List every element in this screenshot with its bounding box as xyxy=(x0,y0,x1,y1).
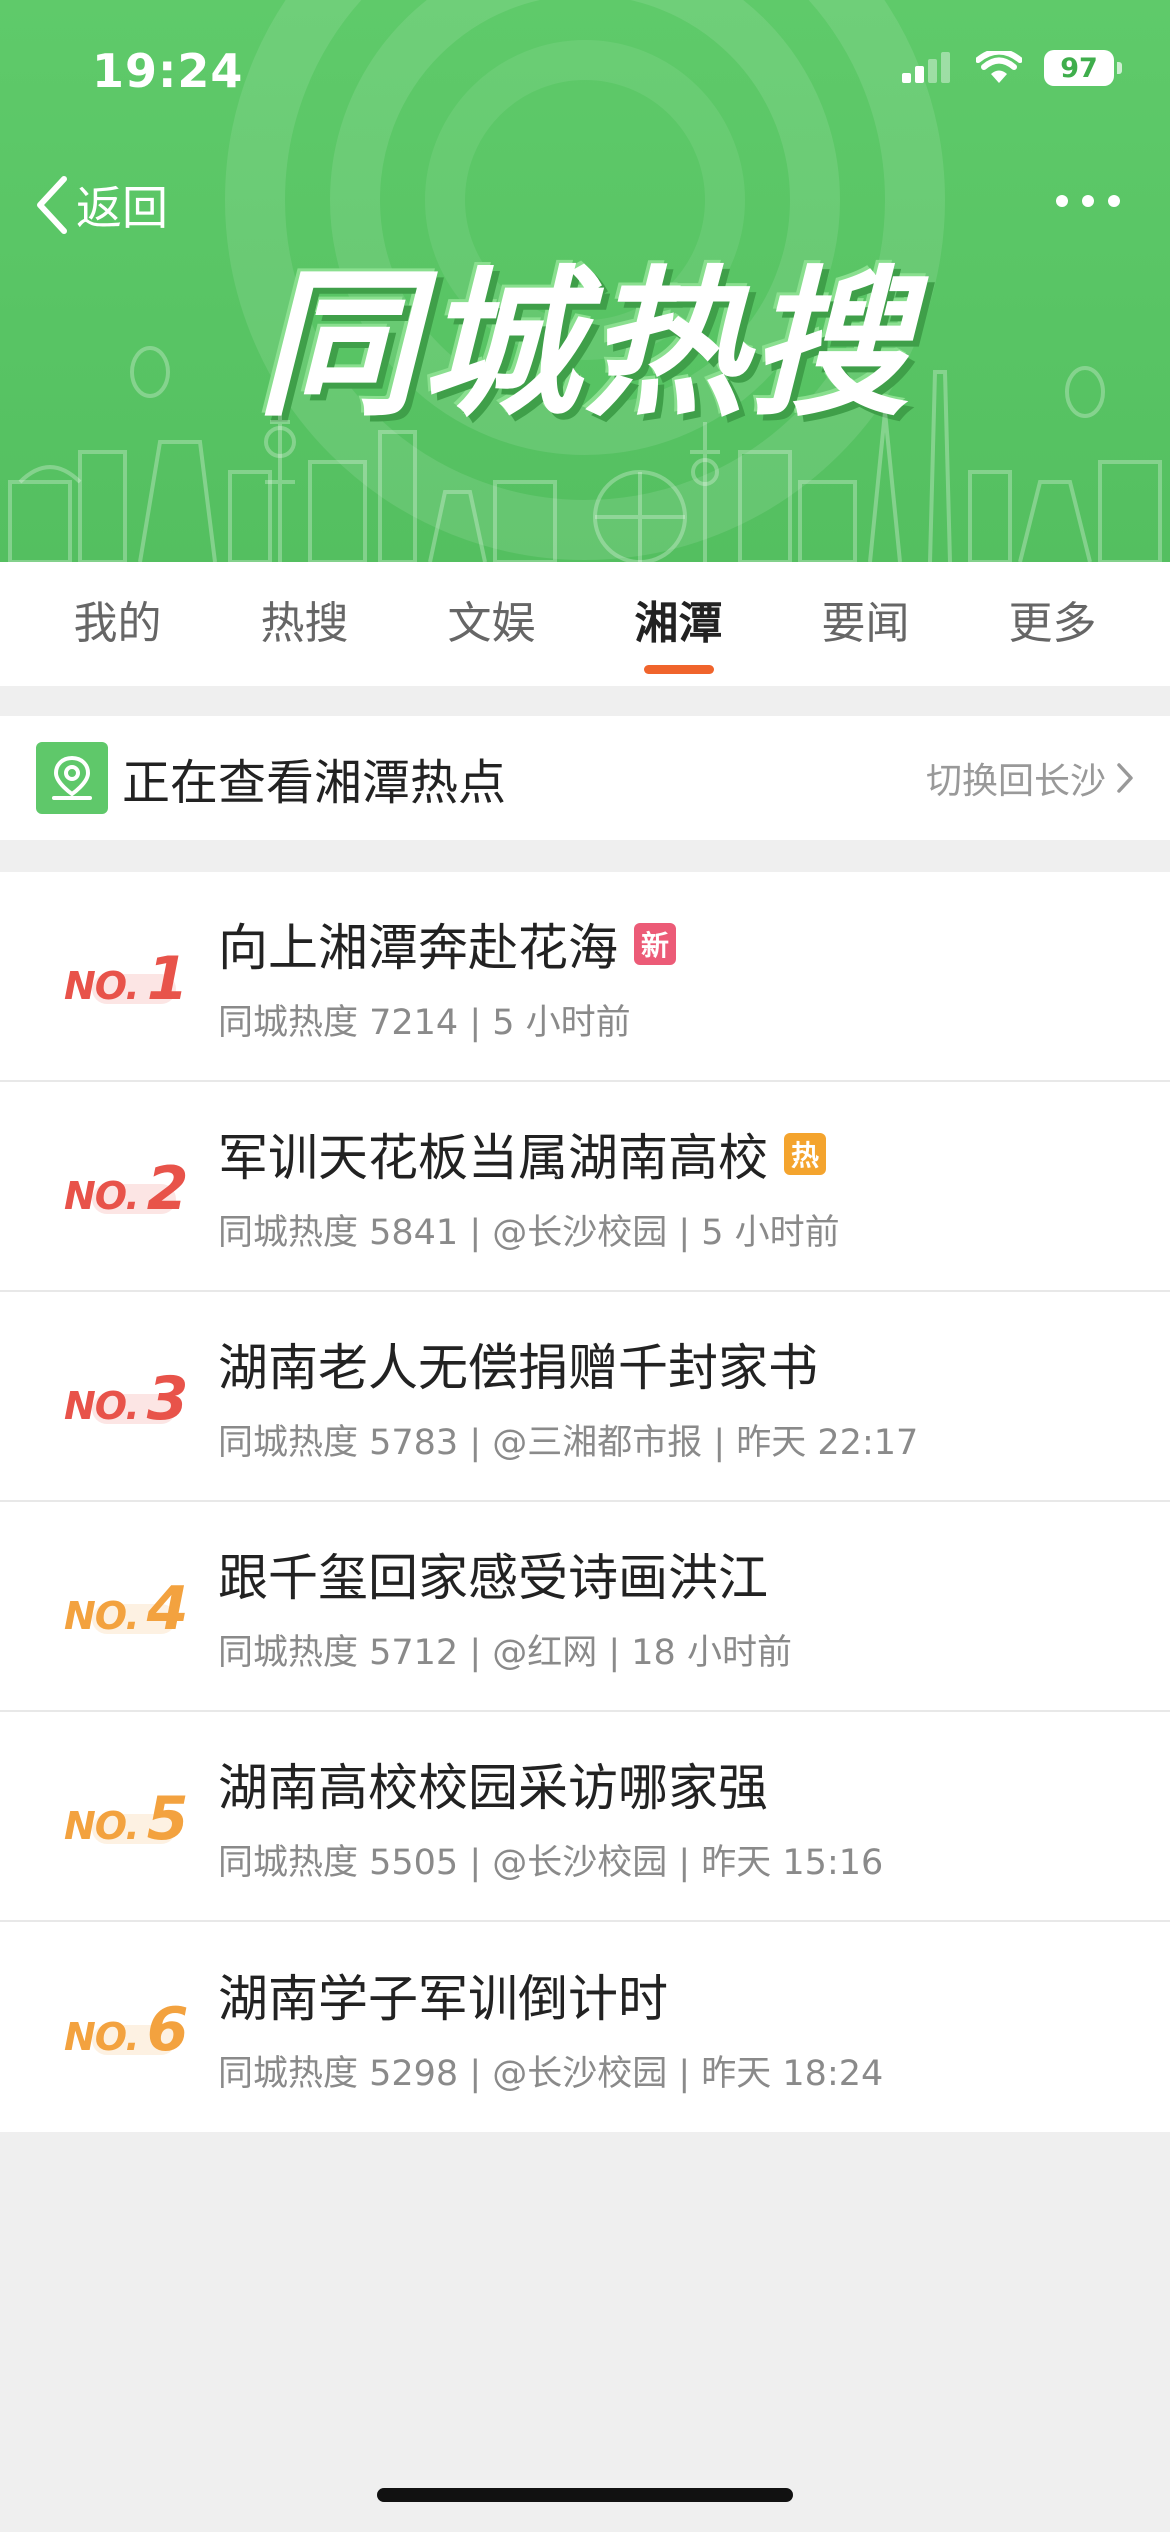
tab-mine[interactable]: 我的 xyxy=(43,562,193,686)
hot-topic-item[interactable]: NO. 6 湖南学子军训倒计时 同城热度 5298 | @长沙校园 | 昨天 18… xyxy=(0,1922,1170,2132)
rank-label: NO. 2 xyxy=(0,1146,218,1226)
hot-topic-item[interactable]: NO. 3 湖南老人无偿捐赠千封家书 同城热度 5783 | @三湘都市报 | 昨… xyxy=(0,1292,1170,1502)
active-tab-indicator xyxy=(643,665,714,674)
topic-meta: 同城热度 5298 | @长沙校园 | 昨天 18:24 xyxy=(218,2053,884,2094)
new-badge: 新 xyxy=(634,922,676,965)
tab-label: 更多 xyxy=(1008,598,1097,649)
topic-meta: 同城热度 5841 | @长沙校园 | 5 小时前 xyxy=(218,1212,840,1253)
switch-city-label: 切换回长沙 xyxy=(925,761,1106,802)
tab-label: 热搜 xyxy=(260,598,349,649)
location-bar: 正在查看湘潭热点 切换回长沙 xyxy=(0,716,1170,840)
topic-meta: 同城热度 5505 | @长沙校园 | 昨天 15:16 xyxy=(218,1842,884,1883)
tab-label: 我的 xyxy=(73,598,162,649)
topic-title: 跟千玺回家感受诗画洪江 xyxy=(218,1548,768,1607)
rank-number: NO. 6 xyxy=(64,1995,189,2065)
location-text: 正在查看湘潭热点 xyxy=(122,755,507,811)
tab-label: 文娱 xyxy=(447,598,536,649)
topic-meta: 同城热度 7214 | 5 小时前 xyxy=(218,1002,631,1043)
switch-city-button[interactable]: 切换回长沙 xyxy=(926,752,1134,804)
rank-number: NO. 1 xyxy=(64,944,189,1014)
tab-xiangtan[interactable]: 湘潭 xyxy=(604,562,754,686)
rank-number: NO. 5 xyxy=(64,1784,189,1854)
topic-title: 湖南学子军训倒计时 xyxy=(218,1969,668,2028)
rank-label: NO. 5 xyxy=(0,1776,218,1856)
rank-label: NO. 1 xyxy=(0,936,218,1016)
dot-icon xyxy=(1056,195,1068,207)
back-button[interactable]: 返回 xyxy=(34,172,168,238)
tab-label: 要闻 xyxy=(821,598,910,649)
chevron-left-icon xyxy=(37,176,67,234)
hot-topic-item[interactable]: NO. 1 向上湘潭奔赴花海 新 同城热度 7214 | 5 小时前 xyxy=(0,872,1170,1082)
tab-entertainment[interactable]: 文娱 xyxy=(417,562,567,686)
header-banner: 19:24 97 返回 同城热搜 xyxy=(0,0,1170,562)
hot-topic-list: NO. 1 向上湘潭奔赴花海 新 同城热度 7214 | 5 小时前 NO. 2 军… xyxy=(0,872,1170,2132)
hot-topic-item[interactable]: NO. 4 跟千玺回家感受诗画洪江 同城热度 5712 | @红网 | 18 小时… xyxy=(0,1502,1170,1712)
rank-number: NO. 4 xyxy=(64,1574,189,1644)
tab-hot-search[interactable]: 热搜 xyxy=(230,562,380,686)
back-label: 返回 xyxy=(76,181,168,235)
map-pin-icon xyxy=(36,742,108,814)
topic-title: 向上湘潭奔赴花海 xyxy=(218,918,618,977)
dot-icon xyxy=(1082,195,1094,207)
tab-more[interactable]: 更多 xyxy=(978,562,1128,686)
dot-icon xyxy=(1108,195,1120,207)
rank-number: NO. 3 xyxy=(64,1364,189,1434)
topic-title: 湖南高校校园采访哪家强 xyxy=(218,1758,768,1817)
home-indicator xyxy=(377,2488,793,2502)
tab-label: 湘潭 xyxy=(634,598,723,649)
rank-label: NO. 6 xyxy=(0,1987,218,2067)
wifi-icon xyxy=(976,51,1022,83)
chevron-right-icon xyxy=(1117,763,1133,793)
tab-news[interactable]: 要闻 xyxy=(791,562,941,686)
hot-badge: 热 xyxy=(784,1132,826,1175)
rank-number: NO. 2 xyxy=(64,1154,189,1224)
signal-icon xyxy=(902,52,950,83)
category-tabs: 我的 热搜 文娱 湘潭 要闻 更多 xyxy=(0,562,1170,686)
status-time: 19:24 xyxy=(92,44,244,98)
topic-meta: 同城热度 5783 | @三湘都市报 | 昨天 22:17 xyxy=(218,1422,919,1463)
more-options-button[interactable] xyxy=(1046,185,1130,217)
hot-topic-item[interactable]: NO. 5 湖南高校校园采访哪家强 同城热度 5505 | @长沙校园 | 昨天 … xyxy=(0,1712,1170,1922)
status-icons: 97 xyxy=(902,50,1122,86)
rank-label: NO. 3 xyxy=(0,1356,218,1436)
battery-icon: 97 xyxy=(1044,50,1122,86)
topic-title: 军训天花板当属湖南高校 xyxy=(218,1128,768,1187)
topic-meta: 同城热度 5712 | @红网 | 18 小时前 xyxy=(218,1632,792,1673)
rank-label: NO. 4 xyxy=(0,1566,218,1646)
topic-title: 湖南老人无偿捐赠千封家书 xyxy=(218,1338,818,1397)
city-skyline-illustration xyxy=(8,346,1162,562)
hot-topic-item[interactable]: NO. 2 军训天花板当属湖南高校 热 同城热度 5841 | @长沙校园 | 5… xyxy=(0,1082,1170,1292)
